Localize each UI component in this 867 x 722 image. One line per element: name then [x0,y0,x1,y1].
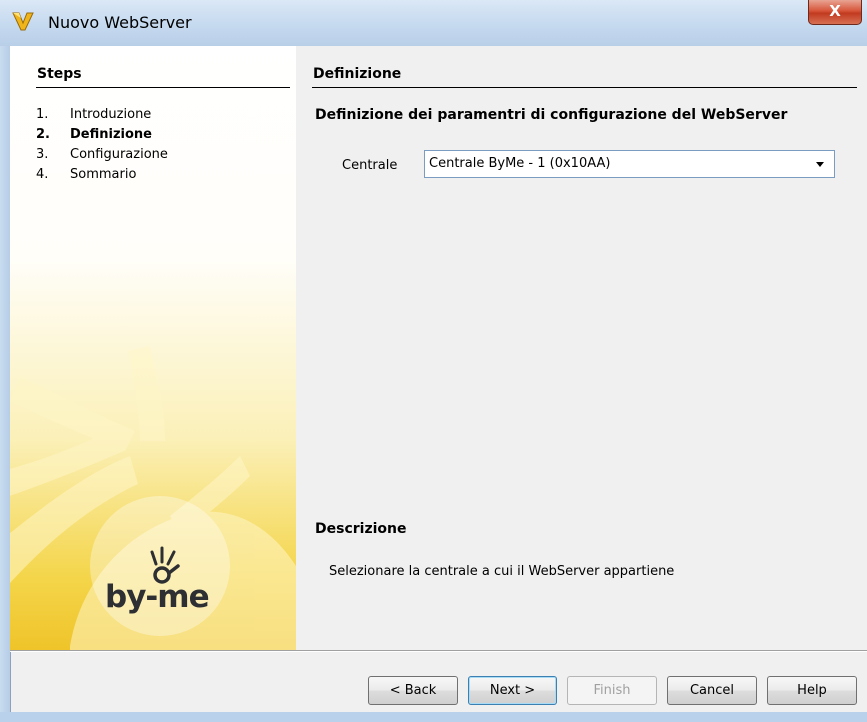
panel-divider [312,87,857,88]
back-button[interactable]: < Back [368,676,458,705]
wizard-content: Definizione Definizione dei paramentri d… [296,46,867,650]
step-item-configurazione: 3. Configurazione [36,145,168,165]
step-item-introduzione: 1. Introduzione [36,105,168,125]
panel-subheading: Definizione dei paramentri di configuraz… [315,107,788,123]
step-number: 4. [36,167,49,182]
step-number: 2. [36,127,50,142]
title-bar[interactable]: Nuovo WebServer X [0,0,867,46]
next-button[interactable]: Next > [468,676,557,705]
window-frame-left [0,46,10,712]
steps-title: Steps [37,66,82,82]
step-label: Configurazione [70,147,168,162]
byme-logo-text: by-me [105,579,210,615]
centrale-label: Centrale [342,158,398,173]
step-number: 1. [36,107,49,122]
close-icon: X [829,2,841,20]
steps-list: 1. Introduzione 2. Definizione 3. Configura… [36,105,168,185]
panel-title: Definizione [313,66,402,82]
footer-divider-highlight [10,651,867,652]
description-text: Selezionare la centrale a cui il WebServ… [329,564,675,579]
chevron-down-icon[interactable] [809,154,831,174]
step-label: Introduzione [70,107,152,122]
finish-button[interactable]: Finish [567,676,657,705]
description-title: Descrizione [315,521,407,537]
help-button[interactable]: Help [767,676,857,705]
window-frame-bottom [0,712,867,722]
window-title: Nuovo WebServer [48,13,192,32]
step-label: Sommario [70,167,137,182]
centrale-select-value: Centrale ByMe - 1 (0x10AA) [429,156,611,171]
steps-divider [36,87,290,88]
step-item-definizione: 2. Definizione [36,125,168,145]
step-item-sommario: 4. Sommario [36,165,168,185]
close-button[interactable]: X [808,0,862,25]
app-icon [12,12,34,31]
step-label: Definizione [70,127,152,142]
steps-sidebar: Steps 1. Introduzione 2. Definizione 3. Con… [10,46,296,650]
step-number: 3. [36,147,49,162]
centrale-select[interactable]: Centrale ByMe - 1 (0x10AA) [424,150,835,178]
wizard-window: Nuovo WebServer X Steps 1. Introduzione [0,0,867,722]
cancel-button[interactable]: Cancel [667,676,757,705]
